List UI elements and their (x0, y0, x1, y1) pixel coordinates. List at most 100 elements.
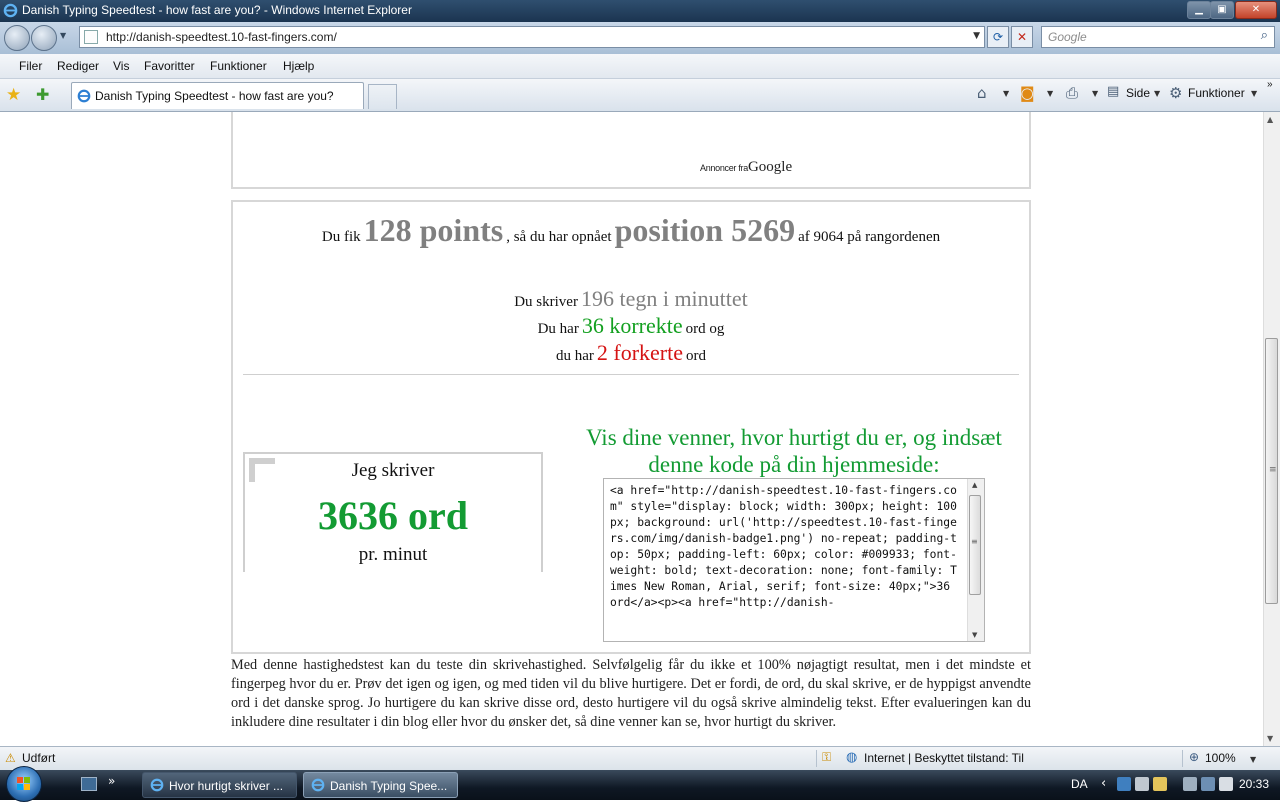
refresh-button[interactable]: ⟳ (987, 26, 1009, 48)
result-line-chars: Du skriver 196 tegn i minuttet (233, 286, 1029, 312)
address-dropdown-icon[interactable]: ▼ (973, 31, 980, 41)
page-scroll-thumb[interactable]: ≡ (1265, 338, 1278, 604)
tools-dropdown-icon[interactable]: ▼ (1251, 89, 1257, 98)
zoom-dropdown-icon[interactable]: ▼ (1250, 755, 1256, 764)
maximize-button[interactable]: ▣ (1210, 1, 1234, 19)
badge-line3: pr. minut (358, 544, 428, 565)
scroll-up-icon[interactable]: ▲ (972, 481, 977, 489)
start-button[interactable] (6, 766, 42, 802)
tab-command-bar: ★ ✚ Danish Typing Speedtest - how fast a… (0, 79, 1280, 112)
menu-favorites[interactable]: Favoritter (144, 59, 195, 73)
home-dropdown-icon[interactable]: ▼ (1003, 89, 1009, 98)
search-placeholder: Google (1048, 30, 1087, 44)
ie-task-icon (311, 778, 325, 792)
ad-prefix: Annoncer fra (700, 163, 748, 173)
address-url[interactable]: http://danish-speedtest.10-fast-fingers.… (106, 30, 337, 44)
show-desktop-icon[interactable] (81, 777, 97, 791)
add-favorite-icon[interactable]: ✚ (36, 85, 49, 104)
textarea-scrollbar[interactable]: ▲ ≡ ▼ (967, 479, 984, 641)
search-icon[interactable]: ⌕ (1261, 28, 1268, 43)
speed-badge[interactable]: Jeg skriver 3636 ord pr. minut (243, 452, 543, 572)
page-icon (84, 30, 98, 44)
menu-bar: Filer Rediger Vis Favoritter Funktioner … (0, 54, 1280, 79)
result-line-correct: Du har 36 korrekte ord og (233, 313, 1029, 339)
window-title: Danish Typing Speedtest - how fast are y… (22, 3, 412, 17)
page-dropdown-icon[interactable]: ▼ (1154, 89, 1160, 98)
description-text: Med denne hastighedstest kan du teste di… (231, 657, 1031, 730)
result-box: Du fik 128 points , så du har opnået pos… (231, 200, 1031, 654)
tray-expand-icon[interactable]: ‹ (1101, 776, 1106, 791)
print-dropdown-icon[interactable]: ▼ (1092, 89, 1098, 98)
minimize-button[interactable]: ▁ (1187, 1, 1211, 19)
result-text: af 9064 på rangordenen (798, 229, 941, 245)
home-icon[interactable]: ⌂ (977, 84, 987, 102)
points-value: 128 points (363, 212, 504, 248)
result-text: Du skriver (514, 294, 578, 310)
window-titlebar: Danish Typing Speedtest - how fast are y… (0, 0, 1280, 22)
tray-icon[interactable] (1183, 777, 1197, 791)
ad-brand: Google (747, 159, 793, 175)
result-text: Du fik (321, 229, 361, 245)
gear-icon[interactable]: ⚙ (1169, 84, 1182, 102)
taskbar-item-active[interactable]: Danish Typing Spee... (303, 772, 458, 798)
address-input[interactable]: http://danish-speedtest.10-fast-fingers.… (79, 26, 985, 48)
windows-logo-icon (17, 777, 30, 790)
taskbar-item[interactable]: Hvor hurtigt skriver ... (142, 772, 297, 798)
tray-icon[interactable] (1153, 777, 1167, 791)
language-indicator[interactable]: DA (1071, 777, 1088, 791)
scroll-down-icon[interactable]: ▼ (972, 631, 977, 639)
clock[interactable]: 20:33 (1239, 777, 1269, 791)
scroll-up-icon[interactable]: ▲ (1267, 115, 1273, 124)
volume-icon[interactable] (1219, 777, 1233, 791)
page-menu-icon[interactable]: ▤ (1107, 84, 1119, 99)
globe-icon: ◍ (846, 750, 858, 765)
close-button[interactable]: ✕ (1235, 1, 1277, 19)
result-text: ord og (685, 321, 725, 337)
zoom-level[interactable]: 100% (1205, 751, 1236, 765)
share-heading: Vis dine venner, hvor hurtigt du er, og … (586, 425, 1002, 477)
divider (243, 374, 1019, 375)
search-input[interactable]: Google ⌕ (1041, 26, 1275, 48)
menu-view[interactable]: Vis (113, 59, 129, 73)
history-dropdown-icon[interactable]: ▼ (60, 31, 66, 40)
embed-code-textarea[interactable]: <a href="http://danish-speedtest.10-fast… (603, 478, 985, 642)
scroll-down-icon[interactable]: ▼ (1267, 734, 1273, 743)
embed-code-text[interactable]: <a href="http://danish-speedtest.10-fast… (610, 483, 962, 611)
quicklaunch-more-icon[interactable]: » (108, 774, 115, 788)
ad-attribution[interactable]: Annoncer fraGoogle (700, 159, 792, 176)
result-text: ord (686, 348, 707, 364)
new-tab-button[interactable] (368, 84, 397, 109)
feeds-dropdown-icon[interactable]: ▼ (1047, 89, 1053, 98)
result-text: , så du har opnået (506, 229, 612, 245)
menu-tools[interactable]: Funktioner (210, 59, 267, 73)
page-menu[interactable]: Side (1126, 86, 1150, 100)
status-separator (816, 750, 817, 767)
print-icon[interactable]: ⎙ (1066, 84, 1078, 102)
tools-menu[interactable]: Funktioner (1188, 86, 1245, 100)
stop-button[interactable]: ✕ (1011, 26, 1033, 48)
tray-icon[interactable] (1201, 777, 1215, 791)
network-tray-icon[interactable] (1117, 777, 1131, 791)
page-scrollbar[interactable]: ▲ ≡ ▼ (1263, 112, 1280, 746)
security-zone[interactable]: Internet | Beskyttet tilstand: Til (864, 751, 1024, 765)
wrong-words: 2 forkerte (596, 340, 684, 365)
feeds-icon[interactable]: ◙ (1020, 84, 1035, 102)
menu-edit[interactable]: Rediger (57, 59, 99, 73)
result-text: Du har (537, 321, 579, 337)
chevron-more-icon[interactable]: » (1267, 79, 1273, 90)
protected-mode-icon: ⚿ (822, 750, 832, 764)
menu-help[interactable]: Hjælp (283, 59, 314, 73)
tray-icon[interactable] (1135, 777, 1149, 791)
back-button[interactable] (4, 25, 30, 51)
taskbar-item-label: Danish Typing Spee... (330, 779, 448, 793)
address-bar-row: ▼ http://danish-speedtest.10-fast-finger… (0, 22, 1280, 54)
menu-file[interactable]: Filer (19, 59, 42, 73)
favorites-star-icon[interactable]: ★ (6, 85, 21, 105)
taskbar-item-label: Hvor hurtigt skriver ... (169, 779, 284, 793)
result-text: du har (555, 348, 594, 364)
warning-icon: ⚠ (5, 751, 16, 765)
tab-active[interactable]: Danish Typing Speedtest - how fast are y… (71, 82, 364, 109)
zoom-icon[interactable]: ⊕ (1189, 750, 1199, 764)
forward-button[interactable] (31, 25, 57, 51)
correct-words: 36 korrekte (581, 313, 683, 338)
